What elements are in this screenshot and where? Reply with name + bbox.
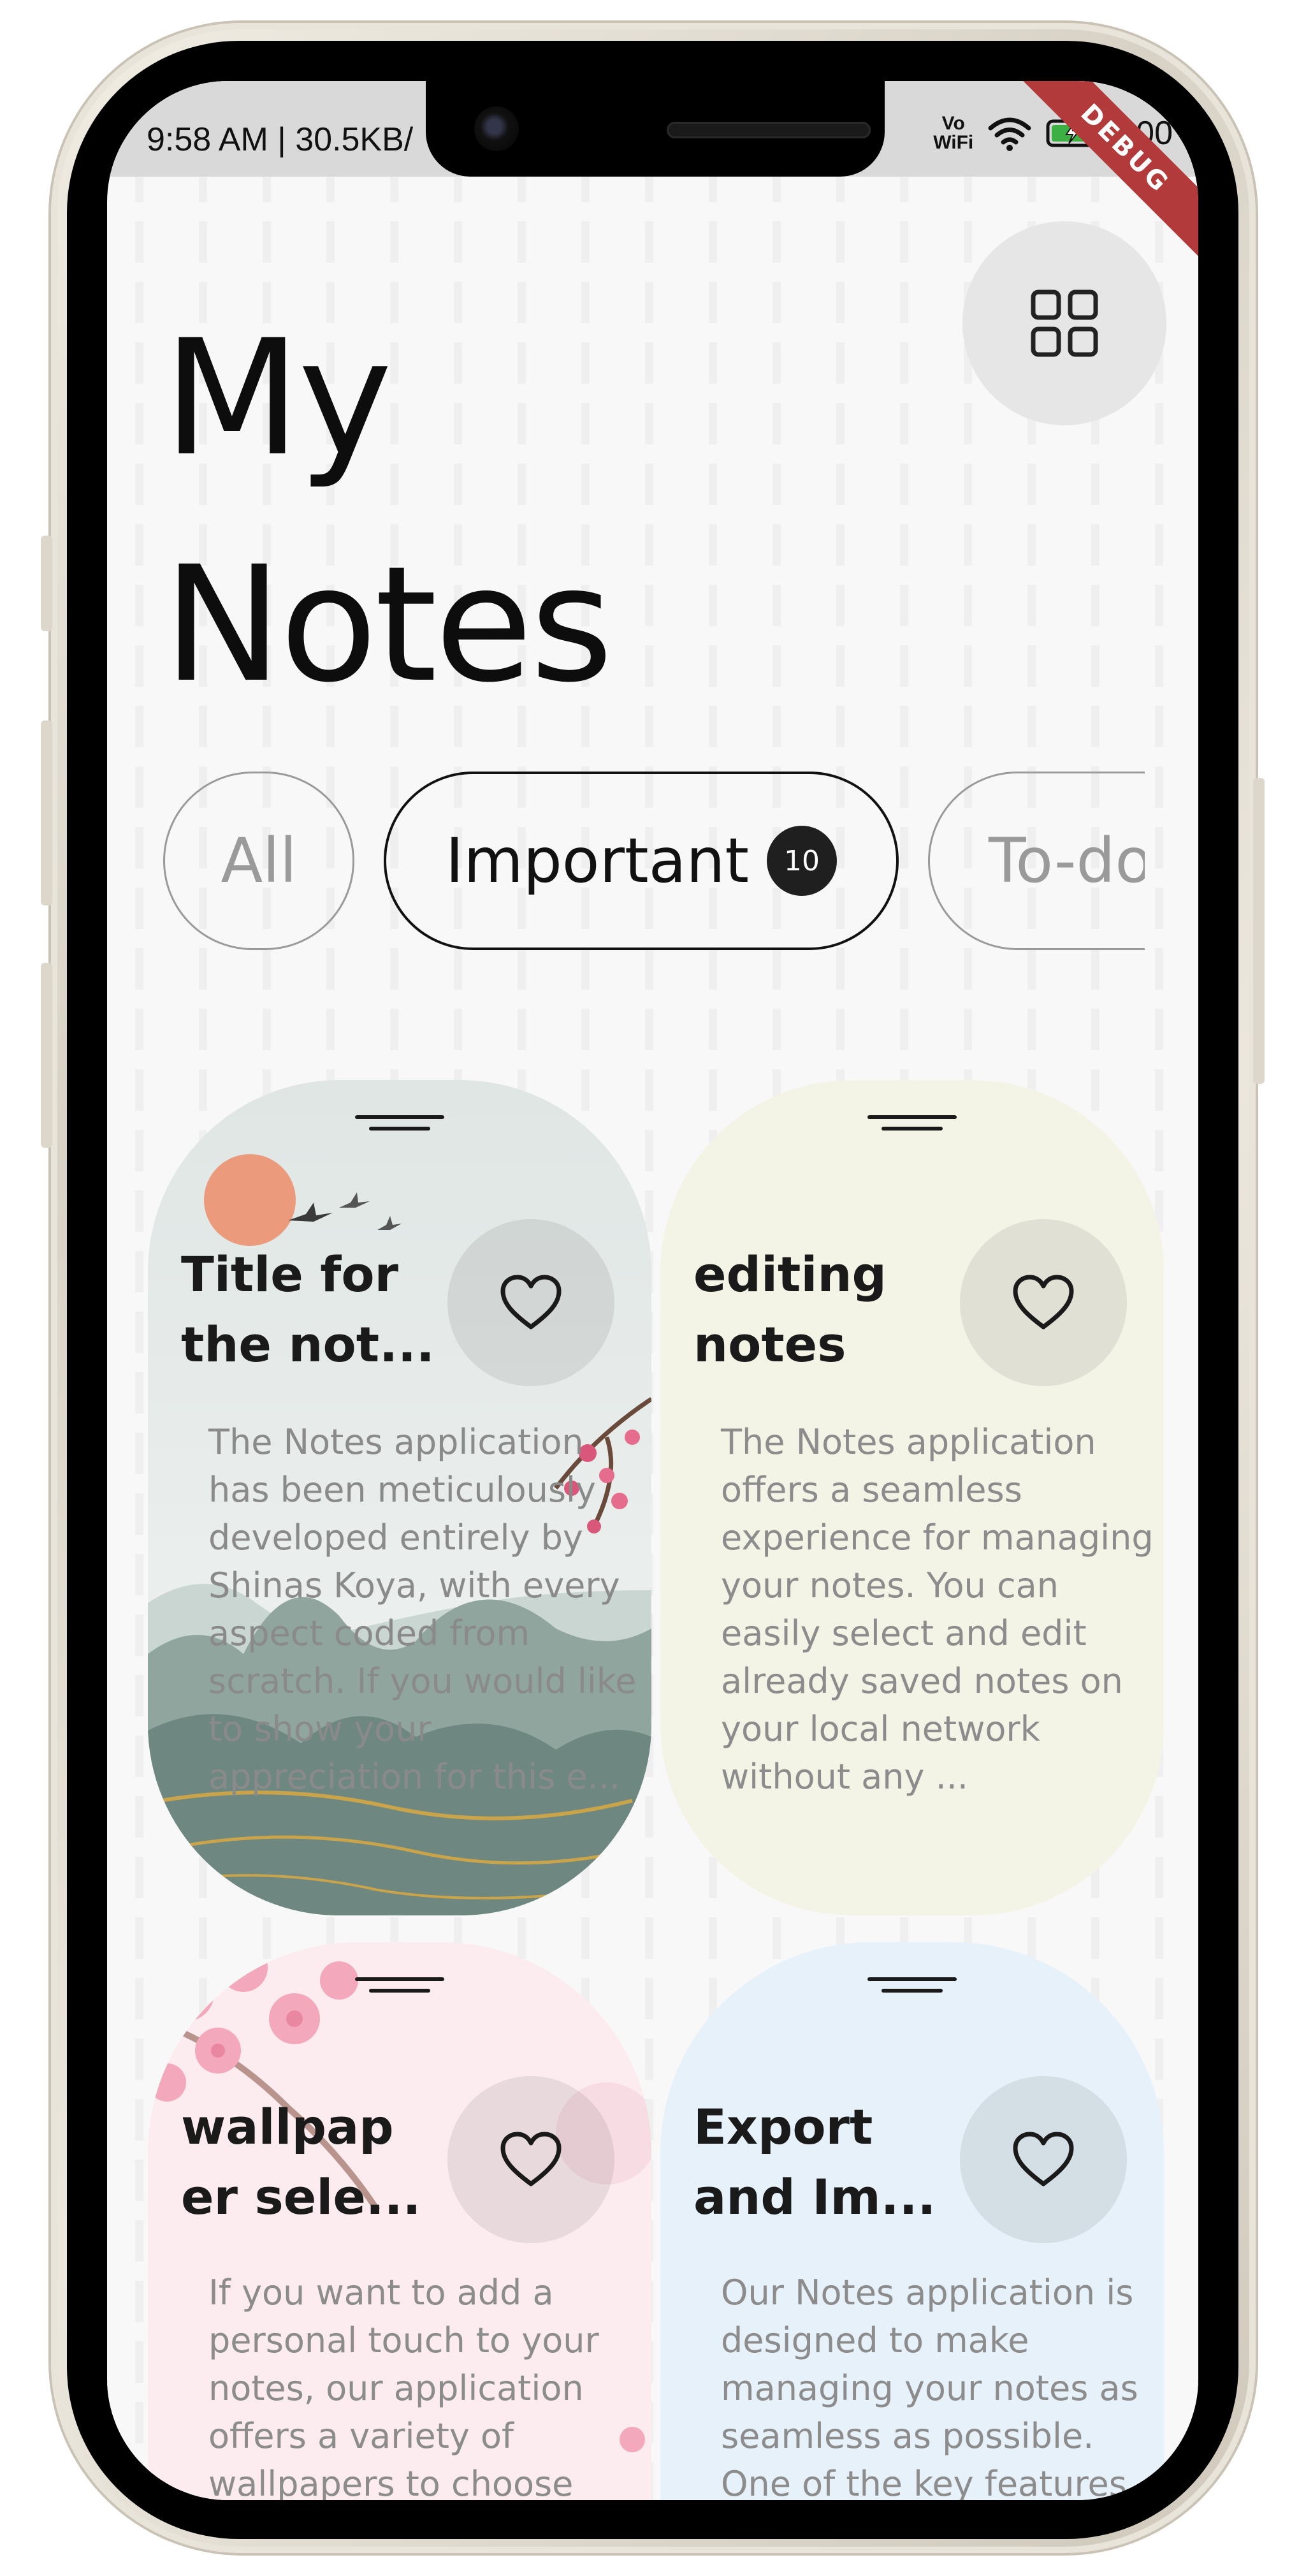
note-card[interactable]: wallpap er sele... If you want to add a … (148, 1942, 651, 2500)
power-button (1253, 778, 1265, 1084)
chip-important[interactable]: Important 10 (384, 772, 899, 950)
chip-label: All (221, 825, 297, 896)
filter-chips: All Important 10 To-do (163, 772, 1145, 953)
favorite-button[interactable] (960, 2076, 1127, 2243)
note-preview: The Notes application offers a seamless … (721, 1422, 1154, 1797)
note-card[interactable]: Export and Im... Our Notes application i… (660, 1942, 1164, 2500)
earpiece-speaker (667, 122, 871, 138)
heart-icon (500, 2132, 562, 2186)
note-title: Export and Im... (693, 2098, 936, 2225)
heart-icon (1013, 1275, 1074, 1329)
volume-up-button (41, 721, 52, 905)
note-title: Title for the not... (181, 1246, 435, 1373)
note-title: editing notes (693, 1246, 887, 1373)
note-card[interactable]: editing notes The Notes application offe… (660, 1080, 1164, 1915)
wifi-icon (988, 117, 1031, 151)
note-preview: Our Notes application is designed to mak… (721, 2272, 1138, 2500)
note-preview: If you want to add a personal touch to y… (208, 2272, 599, 2500)
heart-icon (1013, 2132, 1074, 2186)
vowifi-indicator: Vo WiFi (933, 113, 974, 153)
favorite-button[interactable] (447, 1219, 614, 1386)
status-time: 9:58 AM | 30.5KB/ (147, 121, 414, 158)
favorite-button[interactable] (960, 1219, 1127, 1386)
front-camera (474, 106, 519, 151)
drag-handle-icon[interactable] (355, 1115, 444, 1132)
note-card[interactable]: Title for the not... The Notes applicati… (148, 1080, 651, 1915)
chip-label: Important (446, 825, 749, 896)
drag-handle-icon[interactable] (867, 1115, 957, 1132)
grid-icon (1031, 289, 1098, 357)
mute-switch (41, 536, 52, 631)
note-preview: The Notes application has been meticulou… (208, 1422, 637, 1797)
layout-toggle-button[interactable] (962, 221, 1166, 425)
favorite-button[interactable] (447, 2076, 614, 2243)
chip-to-do[interactable]: To-do (928, 772, 1145, 950)
important-count-badge: 10 (766, 826, 837, 896)
drag-handle-icon[interactable] (355, 1977, 444, 1994)
chip-all[interactable]: All (163, 772, 354, 950)
app-screen: 9:58 AM | 30.5KB/ Vo WiFi 100 DEBUG My N… (107, 81, 1198, 2500)
heart-icon (500, 1275, 562, 1329)
note-title: wallpap er sele... (181, 2098, 421, 2225)
volume-down-button (41, 963, 52, 1148)
chip-label: To-do (989, 825, 1145, 896)
drag-handle-icon[interactable] (867, 1977, 957, 1994)
page-title: My Notes (163, 305, 613, 717)
